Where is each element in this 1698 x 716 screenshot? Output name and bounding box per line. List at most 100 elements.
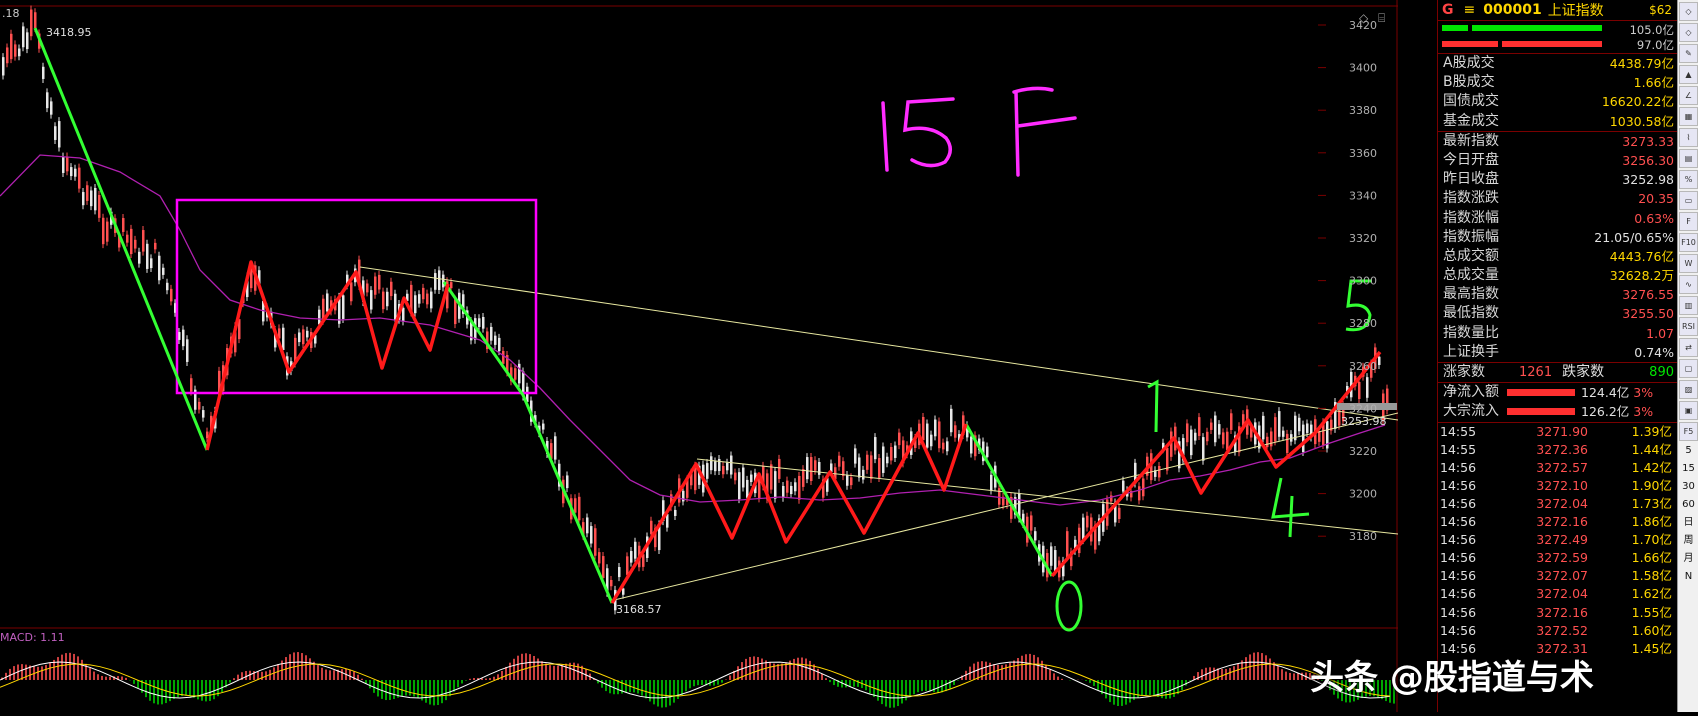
toolbar-button-icon[interactable]: ▥ [1679, 296, 1698, 315]
index-row: 指数涨幅 0.63% [1438, 209, 1678, 228]
period-button[interactable]: 周 [1679, 533, 1698, 549]
tick-price: 3272.16 [1536, 604, 1588, 620]
candle-body [586, 517, 589, 534]
y-tick-label: 3200 [1349, 488, 1377, 501]
index-suffix: $62 [1649, 3, 1672, 17]
candle-body [770, 464, 773, 490]
candle-body [1282, 430, 1285, 437]
toolbar-button-icon[interactable]: ⌇ [1679, 128, 1698, 147]
period-button[interactable]: 60 [1679, 497, 1698, 513]
row-label: 指数振幅 [1443, 228, 1499, 245]
period-button[interactable]: 15 [1679, 461, 1698, 477]
toolbar-button-icon[interactable]: W [1679, 254, 1698, 273]
up-count: 1261 [1519, 365, 1553, 380]
tick-list[interactable]: 14:55 3271.90 1.39亿 14:55 3272.36 1.44亿 14:56 3… [1438, 423, 1678, 658]
candle-body [1034, 531, 1037, 541]
tick-row: 14:56 3272.52 1.60亿 [1438, 622, 1678, 640]
candle-body [990, 474, 993, 491]
candle-body [1138, 486, 1141, 501]
breadth-row: 涨家数 1261 跌家数 890 [1438, 363, 1678, 384]
toolbar-button-icon[interactable]: ⇄ [1679, 338, 1698, 357]
candle-body [454, 299, 457, 325]
candle-body [30, 9, 33, 37]
kline-chart-canvas[interactable]: .18 3418.95 3168.57 3253.98 MACD: 1.11 ◇… [0, 0, 1399, 712]
toolbar-button-icon[interactable]: ◇ [1679, 2, 1698, 21]
candle-body [1202, 437, 1205, 461]
candle-body [986, 446, 989, 458]
toolbar-button-icon[interactable]: F10 [1679, 233, 1698, 252]
candle-body [126, 234, 129, 243]
candle-body [626, 556, 629, 575]
toolbar-button-icon[interactable]: ▲ [1679, 65, 1698, 84]
candle-body [802, 469, 805, 487]
candle-body [1198, 417, 1201, 436]
candle-body [1294, 415, 1297, 441]
period-button[interactable]: 30 [1679, 479, 1698, 495]
candle-body [1086, 515, 1089, 528]
candle-body [18, 48, 21, 57]
candle-body [426, 293, 429, 305]
candle-body [302, 329, 305, 345]
toolbar-button-icon[interactable]: ▦ [1679, 107, 1698, 126]
toolbar-button-icon[interactable]: ∿ [1679, 275, 1698, 294]
toolbar-button-icon[interactable]: % [1679, 170, 1698, 189]
toolbar-button-icon[interactable]: ◇ [1679, 23, 1698, 42]
y-tick-label: 3280 [1349, 317, 1377, 330]
group-label[interactable]: G [1442, 2, 1454, 18]
candle-body [926, 423, 929, 448]
tick-time: 14:56 [1440, 604, 1477, 620]
scroll-icon: ⌸ [1378, 11, 1385, 25]
period-button[interactable]: 5 [1679, 443, 1698, 459]
candle-body [890, 446, 893, 461]
toolbar-button-icon[interactable]: F5 [1679, 422, 1698, 441]
period-button[interactable]: 日 [1679, 515, 1698, 531]
flow-bar [1507, 389, 1575, 397]
candle-body [50, 101, 53, 115]
period-button[interactable]: 月 [1679, 551, 1698, 567]
candle-body [102, 217, 105, 245]
candle-body [54, 126, 57, 140]
index-section: 最新指数 3273.33 今日开盘 3256.30 昨日收盘 3252.98 指数涨跌 20.… [1438, 132, 1678, 363]
tick-volume: 1.45亿 [1631, 640, 1672, 656]
hamburger-icon[interactable]: ≡ [1464, 2, 1476, 18]
candle-body [874, 437, 877, 460]
candle-body [1266, 436, 1269, 448]
candle-body [518, 363, 521, 384]
toolbar-button-icon[interactable]: ✎ [1679, 44, 1698, 63]
wave-label-0 [1055, 580, 1083, 632]
candle-body [574, 498, 577, 513]
flow-bar [1507, 408, 1575, 416]
candle-body [838, 455, 841, 467]
kline-chart[interactable]: .18 3418.95 3168.57 3253.98 MACD: 1.11 ◇… [0, 0, 1399, 712]
period-button[interactable]: N [1679, 569, 1698, 585]
candle-body [1274, 417, 1277, 442]
tick-volume: 1.66亿 [1631, 550, 1672, 566]
toolbar-button-icon[interactable]: ▢ [1679, 359, 1698, 378]
low-label: 3168.57 [616, 603, 662, 616]
row-label: 今日开盘 [1443, 151, 1499, 168]
candle-body [798, 475, 801, 500]
toolbar-button-icon[interactable]: F [1679, 212, 1698, 231]
candle-body [402, 307, 405, 322]
candle-body [1066, 531, 1069, 558]
candle-body [158, 255, 161, 281]
row-label: A股成交 [1443, 55, 1495, 71]
candle-body [482, 316, 485, 329]
candle-body [142, 230, 145, 252]
toolbar-button-icon[interactable]: ▤ [1679, 149, 1698, 168]
candle-body [418, 294, 421, 304]
toolbar-button-icon[interactable]: ∠ [1679, 86, 1698, 105]
toolbar-button-icon[interactable]: ▨ [1679, 380, 1698, 399]
toolbar-button-icon[interactable]: ▭ [1679, 191, 1698, 210]
index-code: 000001 [1483, 2, 1542, 18]
candle-body [554, 436, 557, 460]
candle-body [182, 329, 185, 347]
candle-body [1206, 431, 1209, 442]
toolbar-button-icon[interactable]: RSI [1679, 317, 1698, 336]
row-label: 指数涨幅 [1443, 209, 1499, 226]
candle-body [598, 552, 601, 564]
toolbar-button-icon[interactable]: ▣ [1679, 401, 1698, 420]
candle-body [878, 458, 881, 479]
tick-price: 3272.07 [1536, 568, 1588, 584]
candle-body [1302, 424, 1305, 453]
